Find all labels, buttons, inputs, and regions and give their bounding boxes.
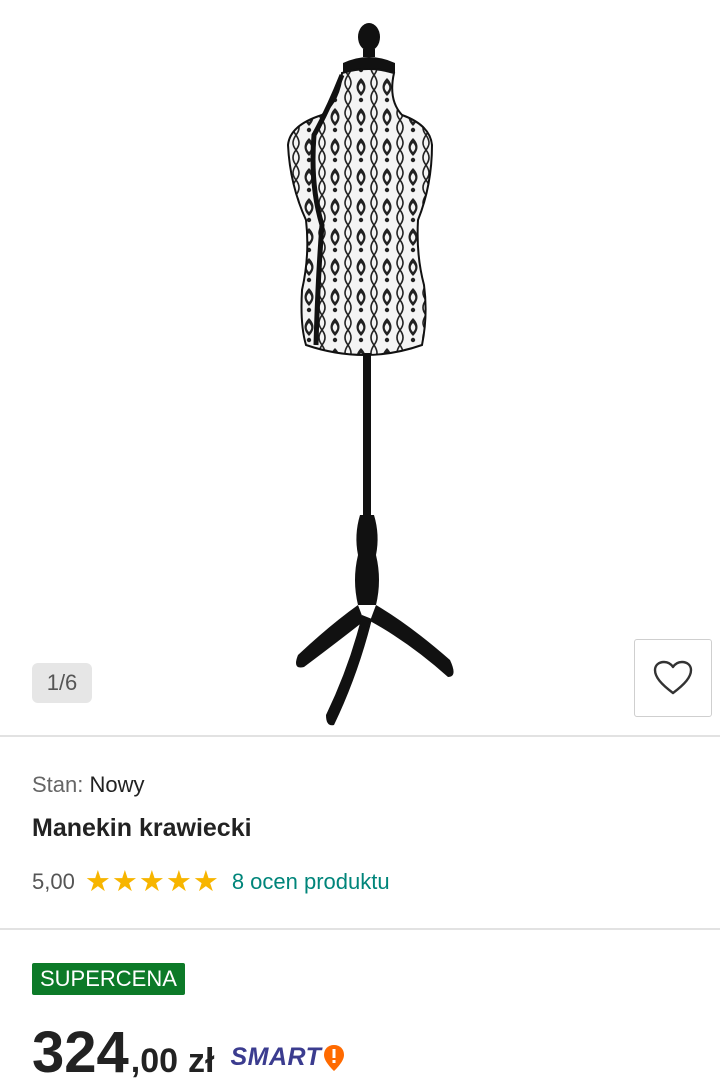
product-image[interactable] xyxy=(270,15,490,730)
smart-logo[interactable]: SMART xyxy=(231,1043,346,1072)
condition: Stan: Nowy xyxy=(32,772,145,798)
star-icon: ★ xyxy=(84,865,111,898)
wishlist-button[interactable] xyxy=(634,639,712,717)
rating-stars: ★ ★ ★ ★ ★ xyxy=(84,865,220,898)
heart-icon xyxy=(653,660,693,695)
price-currency: zł xyxy=(188,1042,215,1080)
divider xyxy=(0,928,720,930)
price: 324 ,00 zł SMART xyxy=(32,1020,345,1086)
star-icon: ★ xyxy=(138,865,165,898)
supercena-badge: SUPERCENA xyxy=(32,963,185,995)
reviews-link[interactable]: 8 ocen produktu xyxy=(232,869,390,895)
price-integer: 324 xyxy=(32,1020,129,1085)
smart-label: SMART xyxy=(230,1043,322,1071)
star-icon: ★ xyxy=(192,865,219,898)
condition-value: Nowy xyxy=(89,772,145,797)
divider xyxy=(0,735,720,737)
price-decimal: ,00 xyxy=(130,1042,179,1080)
star-icon: ★ xyxy=(111,865,138,898)
condition-label: Stan: xyxy=(32,772,84,797)
star-icon: ★ xyxy=(165,865,192,898)
product-title: Manekin krawiecki xyxy=(32,814,252,842)
rating-value: 5,00 xyxy=(32,869,75,894)
smart-pin-icon xyxy=(324,1044,345,1071)
image-counter: 1/6 xyxy=(32,663,92,703)
product-gallery[interactable]: 1/6 xyxy=(0,0,720,735)
rating-row: 5,00 ★ ★ ★ ★ ★ 8 ocen produktu xyxy=(32,866,390,898)
